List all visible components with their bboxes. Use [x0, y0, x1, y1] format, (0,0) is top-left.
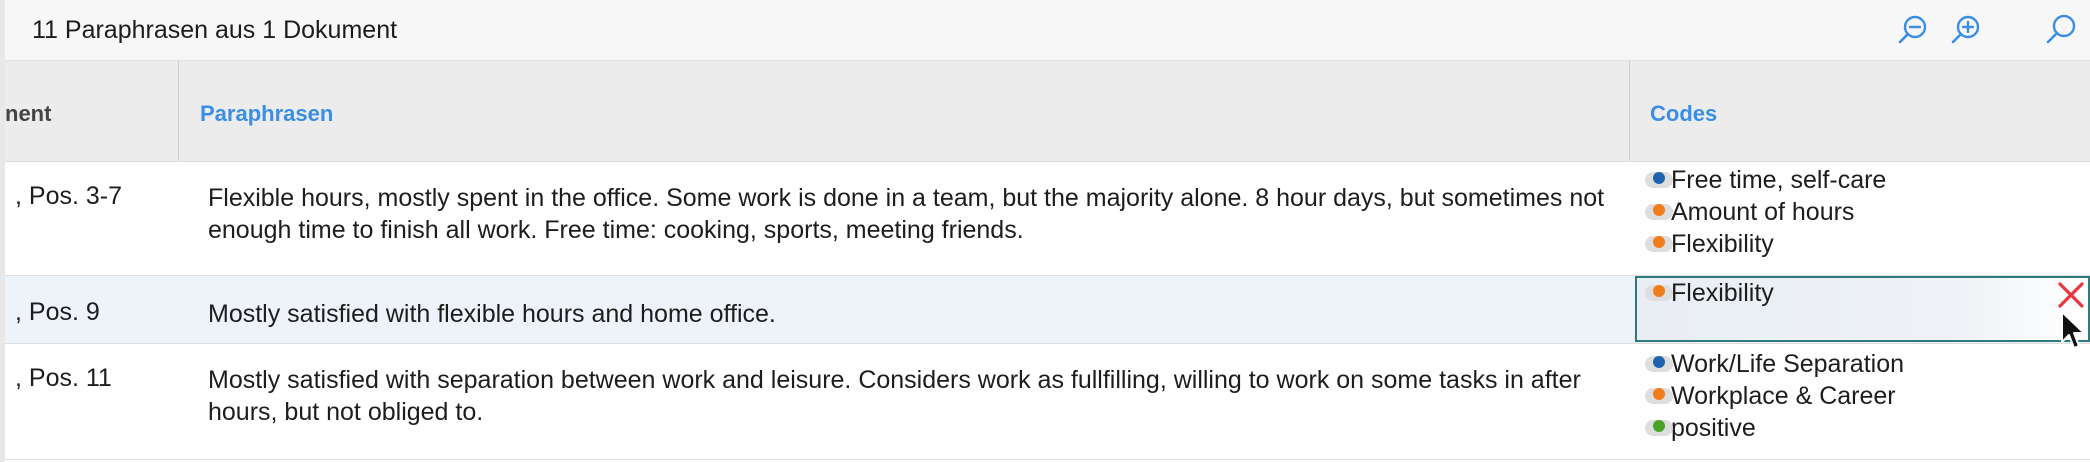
code-label: Flexibility — [1671, 279, 1774, 307]
code-color-dot — [1653, 236, 1665, 248]
zoom-in-icon[interactable] — [1948, 12, 1984, 48]
code-item[interactable]: Flexibility — [1638, 228, 2090, 260]
paraphrase-text[interactable]: Mostly satisfied with flexible hours and… — [208, 298, 1608, 330]
document-position: , Pos. 11 — [15, 364, 112, 392]
mouse-cursor-icon — [2061, 311, 2085, 349]
code-color-dot — [1653, 420, 1665, 432]
zoom-out-icon[interactable] — [1895, 12, 1931, 48]
code-item[interactable]: Amount of hours — [1638, 196, 2090, 228]
code-color-dot — [1653, 204, 1665, 216]
code-color-dot — [1653, 285, 1665, 297]
column-header-codes[interactable]: Codes — [1650, 101, 1717, 127]
code-label: Free time, self-care — [1671, 166, 1887, 194]
code-item[interactable]: Free time, self-care — [1638, 164, 2090, 196]
column-divider[interactable] — [1629, 61, 1630, 161]
code-label: positive — [1671, 414, 1756, 442]
toolbar: 11 Paraphrasen aus 1 Dokument — [5, 0, 2090, 61]
document-position: , Pos. 3-7 — [15, 182, 122, 210]
column-divider[interactable] — [178, 61, 179, 161]
paraphrase-text[interactable]: Flexible hours, mostly spent in the offi… — [208, 182, 1608, 246]
codes-cell-active[interactable]: Flexibility — [1635, 276, 2090, 342]
code-label: Work/Life Separation — [1671, 350, 1904, 378]
codes-cell[interactable]: Free time, self-care Amount of hours Fle… — [1638, 164, 2090, 260]
remove-code-icon[interactable] — [2056, 280, 2086, 310]
code-item[interactable]: positive — [1638, 412, 2090, 444]
code-label: Amount of hours — [1671, 198, 1855, 226]
search-icon[interactable] — [2043, 12, 2079, 48]
code-label: Flexibility — [1671, 230, 1774, 258]
column-header-paraphrasen[interactable]: Paraphrasen — [200, 101, 333, 127]
code-item[interactable]: Flexibility — [1638, 277, 2088, 309]
code-color-dot — [1653, 172, 1665, 184]
page-title: 11 Paraphrasen aus 1 Dokument — [32, 16, 398, 44]
codes-cell[interactable]: Work/Life Separation Workplace & Career … — [1638, 348, 2090, 444]
code-color-dot — [1653, 356, 1665, 368]
table-header: nent Paraphrasen Codes — [5, 61, 2090, 162]
table-row-selected[interactable]: , Pos. 9 Mostly satisfied with flexible … — [5, 276, 2090, 344]
code-label: Workplace & Career — [1671, 382, 1896, 410]
code-color-dot — [1653, 388, 1665, 400]
table-row[interactable]: , Pos. 3-7 Flexible hours, mostly spent … — [5, 162, 2090, 276]
code-item[interactable]: Workplace & Career — [1638, 380, 2090, 412]
code-item[interactable]: Work/Life Separation — [1638, 348, 2090, 380]
document-position: , Pos. 9 — [15, 298, 100, 326]
paraphrase-text[interactable]: Mostly satisfied with separation between… — [208, 364, 1608, 428]
column-header-document[interactable]: nent — [5, 101, 51, 127]
table-row[interactable]: , Pos. 11 Mostly satisfied with separati… — [5, 344, 2090, 460]
